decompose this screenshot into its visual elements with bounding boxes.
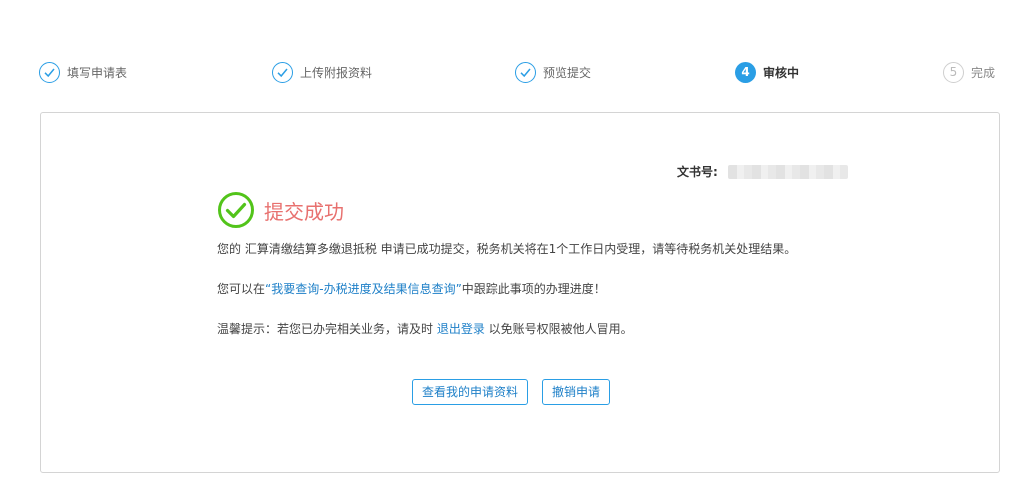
tip-message: 温馨提示：若您已办完相关业务，请及时 退出登录 以免账号权限被他人冒用。 (217, 320, 633, 337)
document-number-redacted (727, 164, 848, 179)
tip-suffix: 以免账号权限被他人冒用。 (484, 322, 633, 336)
document-number: 文书号: (677, 163, 848, 180)
step-label: 预览提交 (543, 65, 592, 80)
success-title: 提交成功 (264, 199, 344, 224)
step-fill-form: 填写申请表 (39, 60, 127, 84)
tracking-prefix: 您可以在 (217, 282, 266, 296)
logout-link[interactable]: 退出登录 (437, 322, 485, 336)
step-number: 5 (943, 61, 964, 83)
step-label: 审核中 (763, 65, 800, 80)
step-preview: 预览提交 (515, 60, 591, 84)
step-label: 填写申请表 (67, 65, 128, 80)
tracking-message: 您可以在“我要查询-办税进度及结果信息查询”中跟踪此事项的办理进度！ (217, 280, 606, 297)
step-label: 完成 (971, 65, 996, 80)
step-label: 上传附报资料 (300, 65, 373, 80)
result-card: 文书号: 提交成功 您的 汇算清缴结算多缴退抵税 申请已成功提交，税务机关将在1… (40, 112, 1000, 473)
step-complete: 5 完成 (943, 60, 995, 84)
check-icon (515, 61, 536, 83)
tracking-suffix: 中跟踪此事项的办理进度！ (461, 282, 606, 296)
tip-prefix: 温馨提示：若您已办完相关业务，请及时 (217, 322, 437, 336)
success-header: 提交成功 (217, 191, 344, 229)
view-application-button[interactable]: 查看我的申请资料 (412, 379, 529, 405)
step-upload: 上传附报资料 (272, 60, 372, 84)
query-progress-link[interactable]: “我要查询-办税进度及结果信息查询” (265, 282, 462, 296)
action-buttons: 查看我的申请资料 撤销申请 (412, 379, 611, 405)
check-icon (39, 61, 60, 83)
cancel-application-button[interactable]: 撤销申请 (542, 379, 611, 405)
success-check-icon (218, 192, 254, 228)
progress-steps: 填写申请表 上传附报资料 预览提交 4 审核中 5 完成 (0, 60, 1015, 84)
step-number: 4 (735, 61, 756, 83)
submit-message: 您的 汇算清缴结算多缴退抵税 申请已成功提交，税务机关将在1个工作日内受理，请等… (217, 242, 797, 256)
check-icon (272, 61, 293, 83)
step-reviewing: 4 审核中 (735, 60, 799, 84)
document-number-label: 文书号: (677, 165, 718, 179)
